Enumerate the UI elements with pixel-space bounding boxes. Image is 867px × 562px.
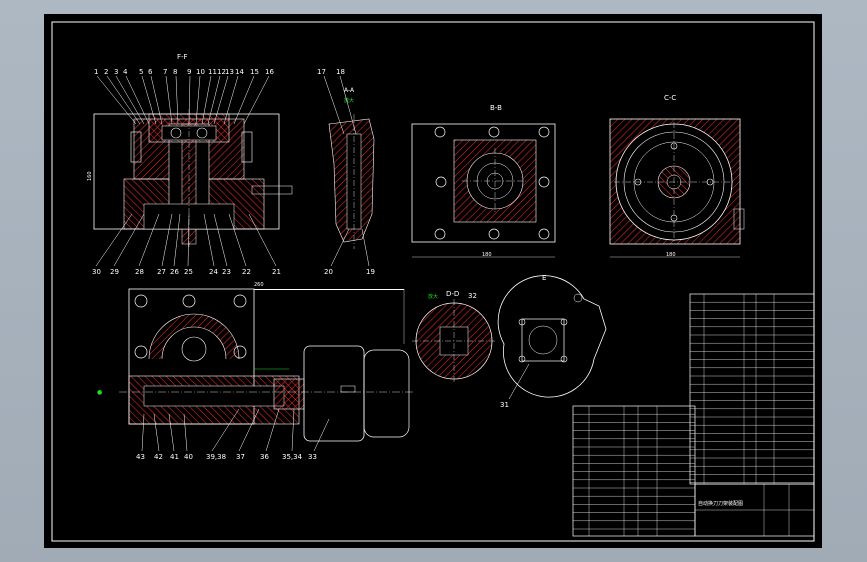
title-block-name: 自动换刀刀架装配图 <box>698 500 743 507</box>
leader-label: 30 <box>92 268 101 276</box>
view-aa: A-A 放大 17 18 20 19 <box>317 68 375 276</box>
leader-label: 35,34 <box>282 453 303 461</box>
view-bb: B-B 180 <box>411 104 556 258</box>
view-title-ff: F-F <box>177 53 188 61</box>
leader-label: 27 <box>157 268 166 276</box>
leader-label: 17 <box>317 68 326 76</box>
leader-label: 29 <box>110 268 119 276</box>
leader-label: 22 <box>242 268 251 276</box>
leader-label: 32 <box>468 292 477 300</box>
leader-label: 20 <box>324 268 333 276</box>
leader-label: 40 <box>184 453 193 461</box>
view-title-aa: A-A <box>344 87 355 94</box>
leader-label: 13 <box>225 68 234 76</box>
magnify-note: 放大 <box>428 293 438 300</box>
leader-label: 43 <box>136 453 145 461</box>
leader-label: 14 <box>235 68 244 76</box>
dim-main-width: 260 <box>254 282 264 288</box>
view-title-bb: B-B <box>490 104 502 112</box>
view-ff: F-F 160 1 2 3 4 5 6 7 8 9 10 11 12 13 14… <box>87 53 293 276</box>
leader-label: 5 <box>139 68 143 76</box>
svg-text:●: ● <box>97 389 102 396</box>
dim-ff-height: 160 <box>87 171 93 181</box>
leader-label: 37 <box>236 453 245 461</box>
leader-labels-bottom: 43 42 41 40 39,38 37 36 35,34 33 <box>136 453 317 461</box>
leader-label: 1 <box>94 68 98 76</box>
leader-labels-ff-bottom: 30 29 28 27 26 25 24 23 22 21 <box>92 268 281 276</box>
leader-label: 25 <box>184 268 193 276</box>
dim-cc-width: 180 <box>666 252 676 258</box>
leader-label: 11 <box>208 68 217 76</box>
dim-bb-width: 180 <box>482 252 492 258</box>
leader-label: 24 <box>209 268 218 276</box>
leader-labels-top: 1 2 3 4 5 6 7 8 9 10 11 12 13 14 15 16 <box>94 68 274 76</box>
leader-label: 3 <box>114 68 118 76</box>
leader-label: 28 <box>135 268 144 276</box>
leader-label: 39,38 <box>206 453 226 461</box>
leader-label: 31 <box>500 401 509 409</box>
cad-viewport: F-F 160 1 2 3 4 5 6 7 8 9 10 11 12 13 14… <box>0 0 867 562</box>
view-cc: C-C 180 <box>609 94 745 258</box>
leader-label: 8 <box>173 68 177 76</box>
leader-label: 10 <box>196 68 205 76</box>
leader-label: 42 <box>154 453 163 461</box>
leader-label: 16 <box>265 68 274 76</box>
leader-label: 19 <box>366 268 375 276</box>
leader-label: 36 <box>260 453 269 461</box>
magnify-note: 放大 <box>344 97 354 104</box>
drawing-canvas: F-F 160 1 2 3 4 5 6 7 8 9 10 11 12 13 14… <box>51 21 815 542</box>
leader-label: 7 <box>163 68 167 76</box>
view-title-cc: C-C <box>664 94 676 102</box>
drawing-border <box>51 21 815 542</box>
leader-label: 23 <box>222 268 231 276</box>
parts-list: 自动换刀刀架装配图 <box>572 293 815 537</box>
view-title-dd: D-D <box>446 290 459 298</box>
view-main: 260 ● 43 42 41 40 39,38 37 36 35,34 33 <box>97 282 414 461</box>
view-e: E 31 <box>497 274 607 409</box>
leader-label: 4 <box>123 68 128 76</box>
leader-label: 2 <box>104 68 108 76</box>
leader-label: 41 <box>170 453 179 461</box>
view-dd: D-D 放大 32 <box>412 290 496 383</box>
leader-label: 6 <box>148 68 153 76</box>
leader-label: 33 <box>308 453 317 461</box>
leader-label: 26 <box>170 268 179 276</box>
leader-label: 21 <box>272 268 281 276</box>
leader-label: 18 <box>336 68 345 76</box>
leader-label: 9 <box>187 68 191 76</box>
leader-label: 15 <box>250 68 259 76</box>
drawing-sheet: F-F 160 1 2 3 4 5 6 7 8 9 10 11 12 13 14… <box>44 14 822 548</box>
